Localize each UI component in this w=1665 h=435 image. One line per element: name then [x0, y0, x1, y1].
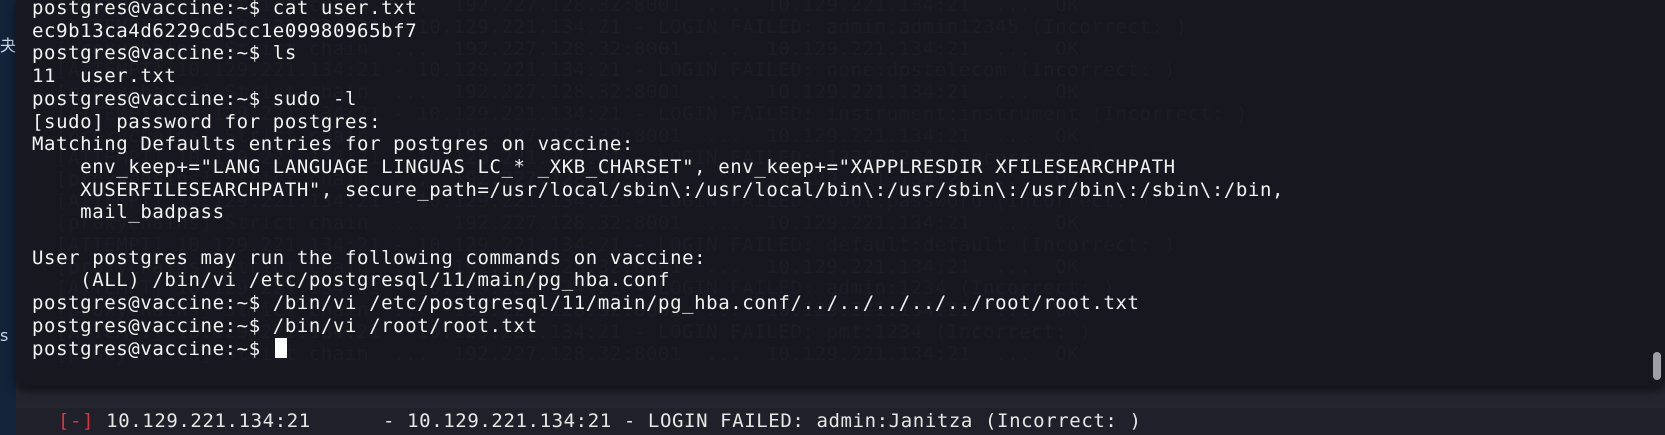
terminal-line: postgres@vaccine:~$ /bin/vi /root/root.t…	[32, 314, 538, 337]
terminal-line: mail_badpass	[32, 201, 225, 224]
terminal-line: XUSERFILESEARCHPATH", secure_path=/usr/l…	[32, 178, 1285, 201]
terminal-line: Matching Defaults entries for postgres o…	[32, 133, 634, 156]
terminal-line: 11 user.txt	[32, 65, 177, 88]
terminal-line: ec9b13ca4d6229cd5cc1e09980965bf7	[32, 19, 418, 42]
terminal-line: [sudo] password for postgres:	[32, 110, 382, 133]
terminal-line: postgres@vaccine:~$ sudo -l	[32, 87, 358, 110]
desktop-edge: 夬 s	[0, 0, 16, 435]
failed-tag: [-]	[58, 410, 95, 432]
terminal-line: postgres@vaccine:~$ cat user.txt	[32, 0, 418, 19]
failed-login-text: 10.129.221.134:21 - 10.129.221.134:21 - …	[94, 410, 1142, 432]
terminal-line: env_keep+="LANG LANGUAGE LINGUAS LC_* _X…	[32, 155, 1176, 178]
terminal-cursor	[274, 337, 287, 358]
terminal-line: postgres@vaccine:~$ ls	[32, 42, 297, 65]
terminal-window[interactable]: postgres@vaccine:~$ cat user.txt ec9b13ca…	[16, 0, 1665, 386]
terminal-line: (ALL) /bin/vi /etc/postgresql/11/main/pg…	[32, 269, 671, 292]
background-terminal-visible-line: [-] 10.129.221.134:21 - 10.129.221.134:2…	[58, 410, 1142, 432]
terminal-scrollbar[interactable]	[1653, 352, 1661, 380]
terminal-line: User postgres may run the following comm…	[32, 246, 707, 269]
terminal-prompt: postgres@vaccine:~$	[32, 337, 273, 360]
terminal-line: postgres@vaccine:~$ /bin/vi /etc/postgre…	[32, 292, 1140, 315]
desktop-glyph: s	[0, 326, 9, 345]
desktop-glyph: 夬	[0, 36, 17, 55]
terminal-prompt-line[interactable]: postgres@vaccine:~$	[32, 337, 287, 360]
